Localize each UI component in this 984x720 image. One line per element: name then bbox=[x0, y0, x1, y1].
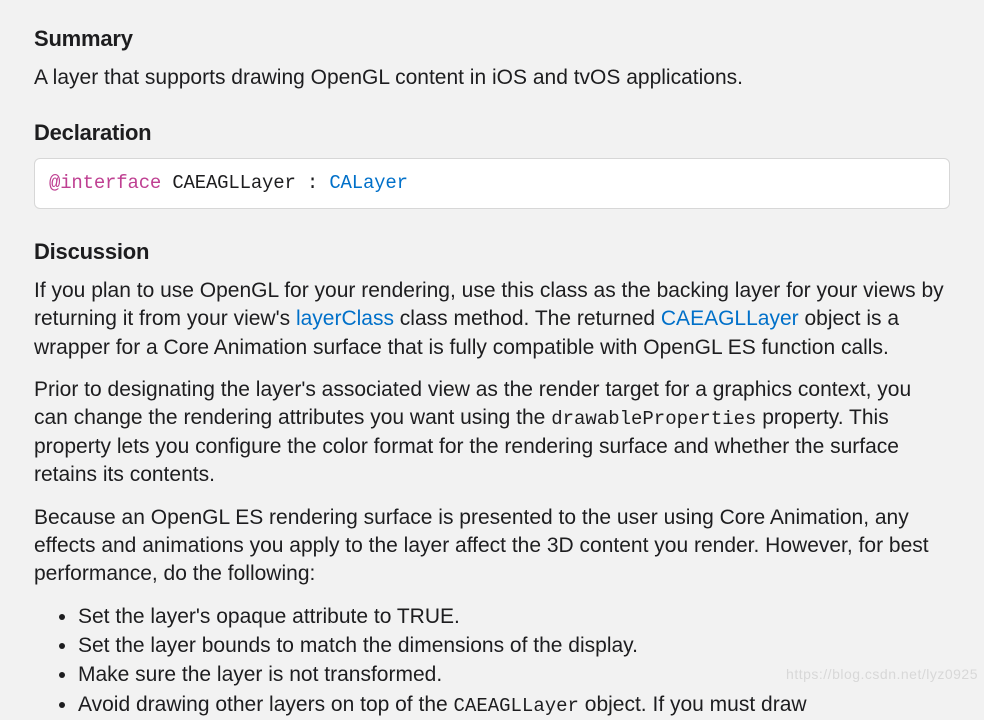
keyword-interface: @interface bbox=[49, 172, 161, 194]
caeagllayer-link[interactable]: CAEAGLLayer bbox=[661, 307, 799, 330]
declaration-mid: CAEAGLLayer : bbox=[161, 172, 329, 194]
discussion-p1: If you plan to use OpenGL for your rende… bbox=[34, 277, 950, 362]
p1-text-b: class method. The returned bbox=[394, 307, 661, 330]
summary-text: A layer that supports drawing OpenGL con… bbox=[34, 64, 950, 92]
discussion-p2: Prior to designating the layer's associa… bbox=[34, 376, 950, 490]
discussion-section: Discussion If you plan to use OpenGL for… bbox=[34, 237, 950, 719]
list-item: Make sure the layer is not transformed. bbox=[78, 661, 950, 689]
discussion-p3: Because an OpenGL ES rendering surface i… bbox=[34, 504, 950, 589]
list-item: Avoid drawing other layers on top of the… bbox=[78, 691, 950, 720]
b4-text-b: object. If you must draw bbox=[579, 693, 807, 716]
declaration-code: @interface CAEAGLLayer : CALayer bbox=[34, 158, 950, 210]
list-item: Set the layer bounds to match the dimens… bbox=[78, 632, 950, 660]
declaration-section: Declaration @interface CAEAGLLayer : CAL… bbox=[34, 118, 950, 209]
layerclass-link[interactable]: layerClass bbox=[296, 307, 394, 330]
declaration-heading: Declaration bbox=[34, 118, 950, 148]
list-item: Set the layer's opaque attribute to TRUE… bbox=[78, 603, 950, 631]
b4-text-a: Avoid drawing other layers on top of the bbox=[78, 693, 454, 716]
summary-section: Summary A layer that supports drawing Op… bbox=[34, 24, 950, 92]
calayer-link[interactable]: CALayer bbox=[329, 172, 407, 194]
discussion-heading: Discussion bbox=[34, 237, 950, 267]
performance-list: Set the layer's opaque attribute to TRUE… bbox=[34, 603, 950, 720]
summary-heading: Summary bbox=[34, 24, 950, 54]
drawableproperties-code: drawableProperties bbox=[551, 408, 756, 430]
caeagllayer-code: CAEAGLLayer bbox=[454, 695, 579, 717]
